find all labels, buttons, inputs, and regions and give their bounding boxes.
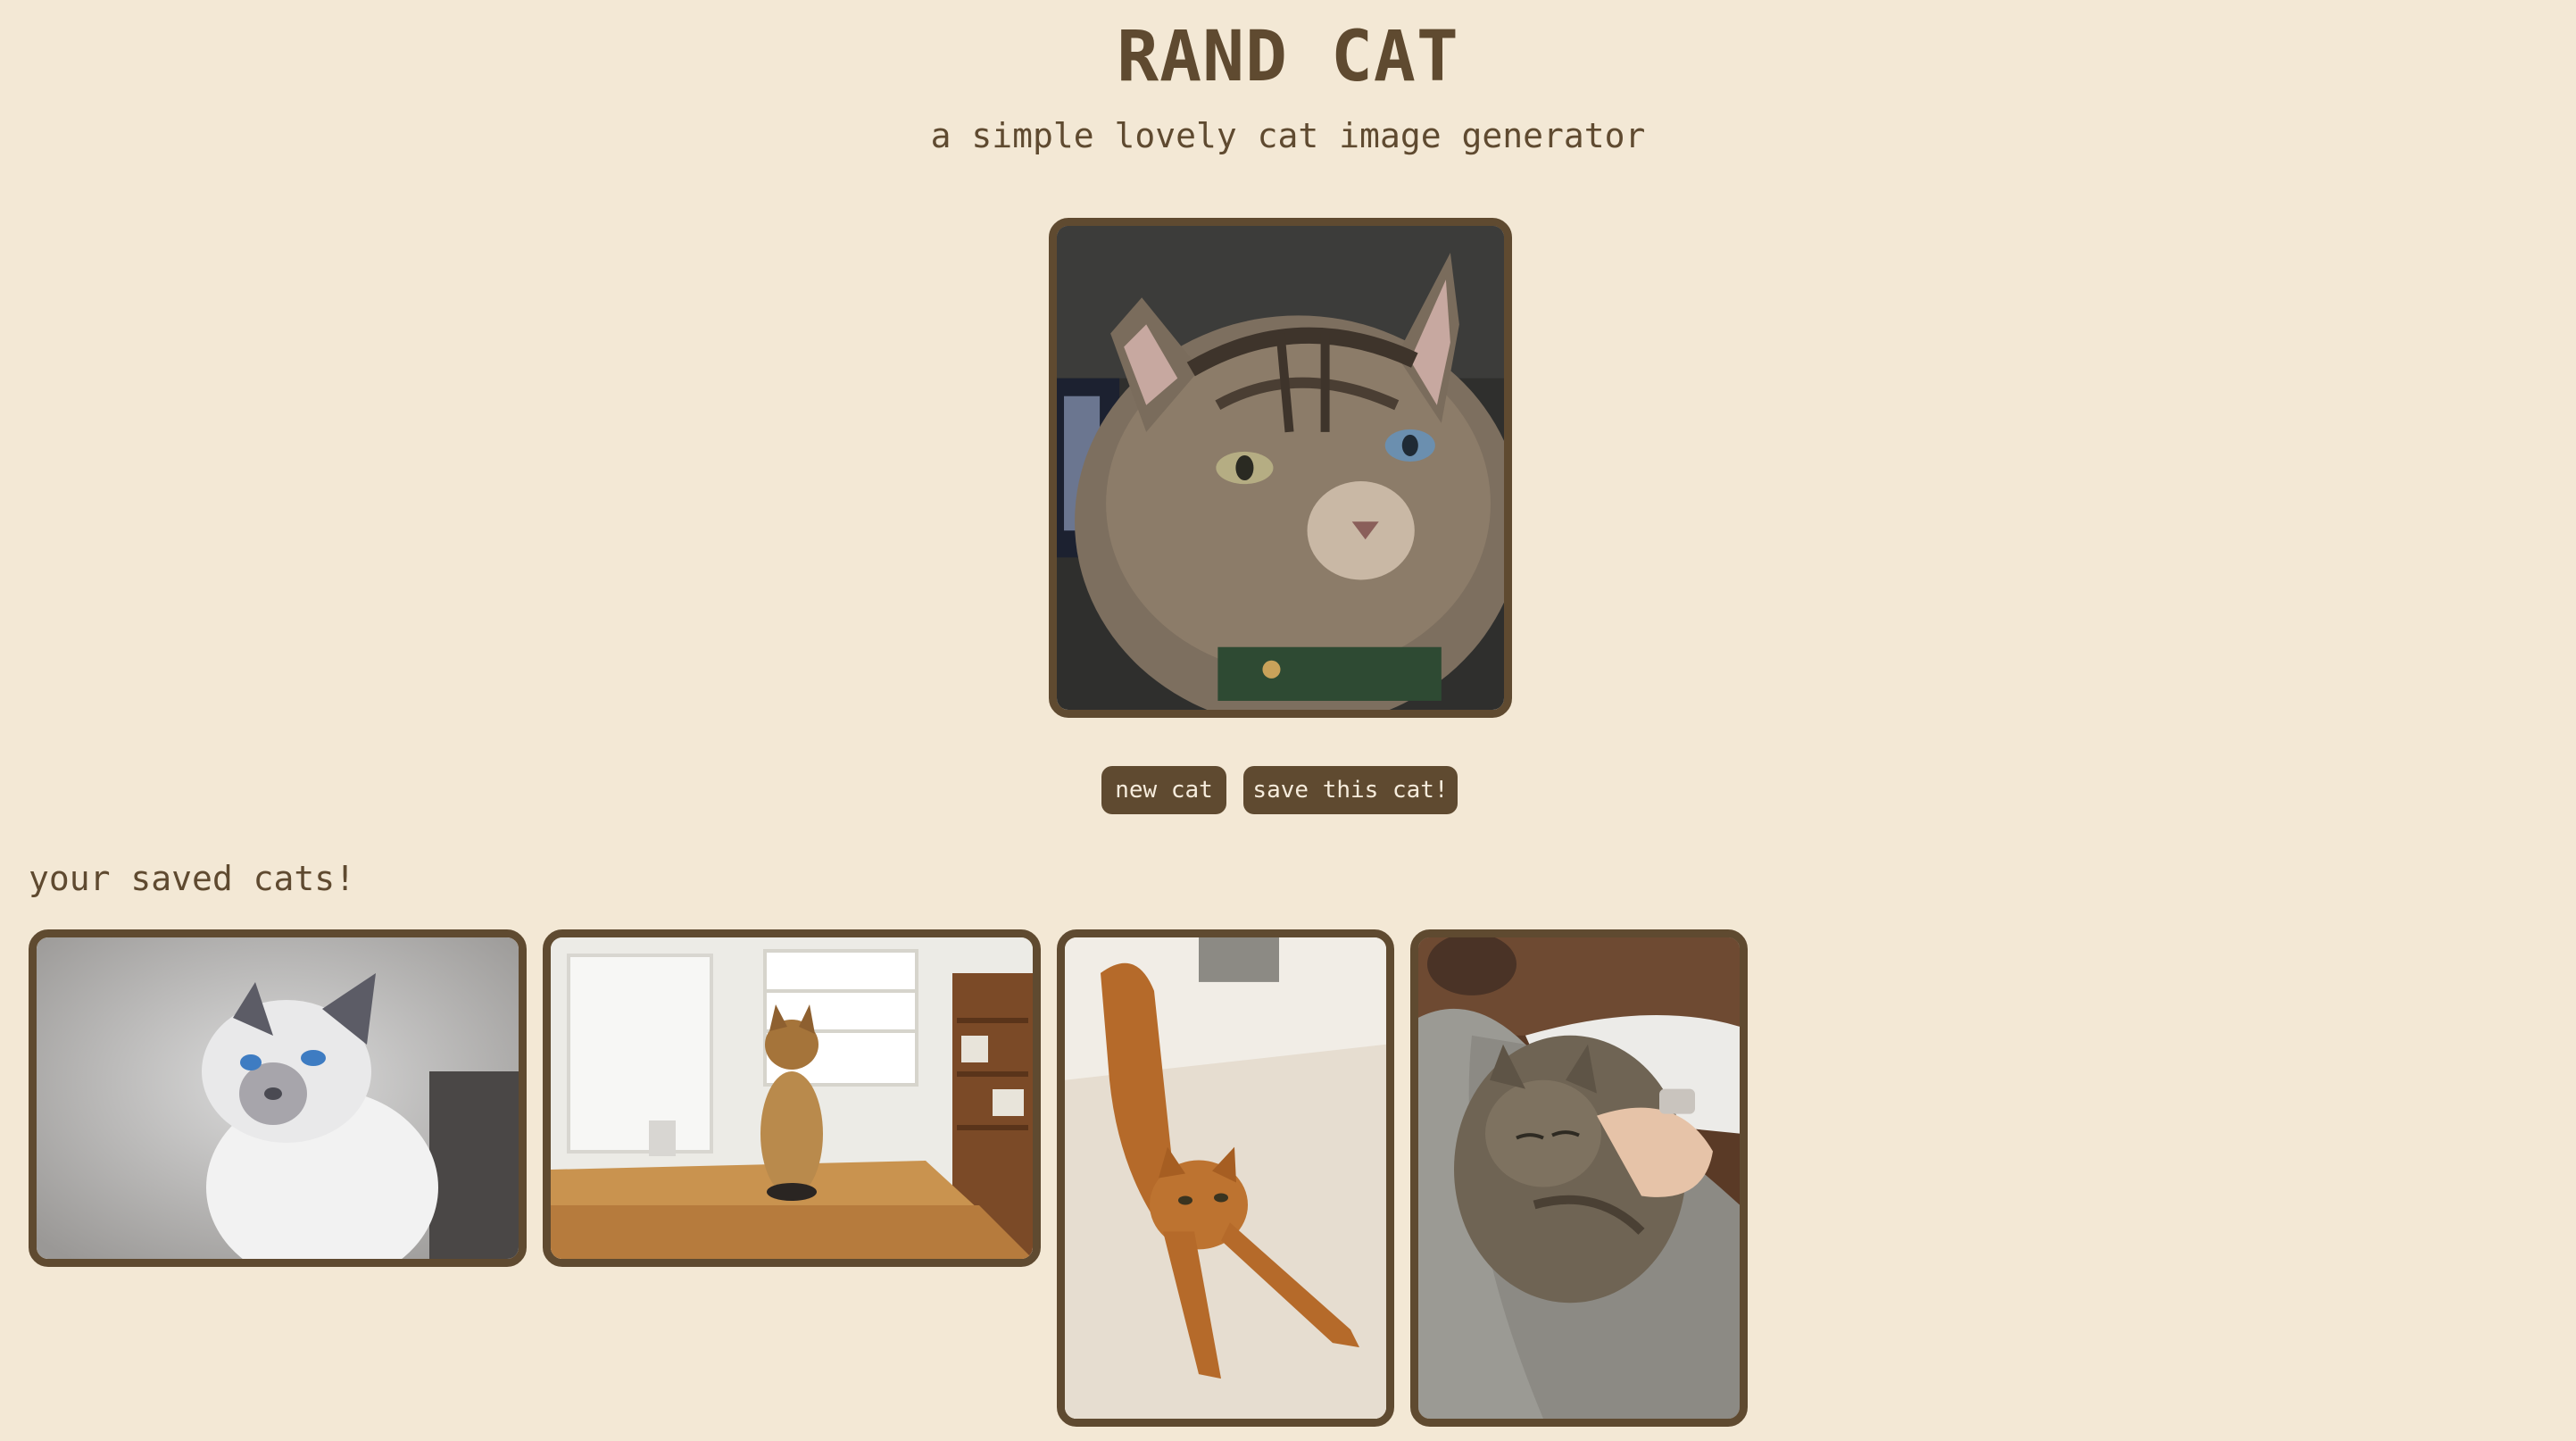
page-subtitle: a simple lovely cat image generator: [930, 116, 1646, 155]
cat-photo: [37, 937, 519, 1259]
new-cat-button[interactable]: new cat: [1101, 766, 1226, 814]
saved-cat-card[interactable]: [29, 929, 527, 1267]
cat-photo: [1065, 937, 1386, 1419]
saved-cat-card[interactable]: [543, 929, 1041, 1267]
current-cat-image: [1049, 218, 1512, 718]
cat-photo: [1418, 937, 1740, 1419]
cat-photo: [1057, 226, 1504, 710]
saved-cat-card[interactable]: [1410, 929, 1748, 1427]
page-title: RAND CAT: [1117, 17, 1459, 97]
saved-cats-heading: your saved cats!: [29, 859, 356, 898]
saved-cat-card[interactable]: [1057, 929, 1394, 1427]
save-cat-button[interactable]: save this cat!: [1243, 766, 1458, 814]
cat-photo: [551, 937, 1033, 1259]
